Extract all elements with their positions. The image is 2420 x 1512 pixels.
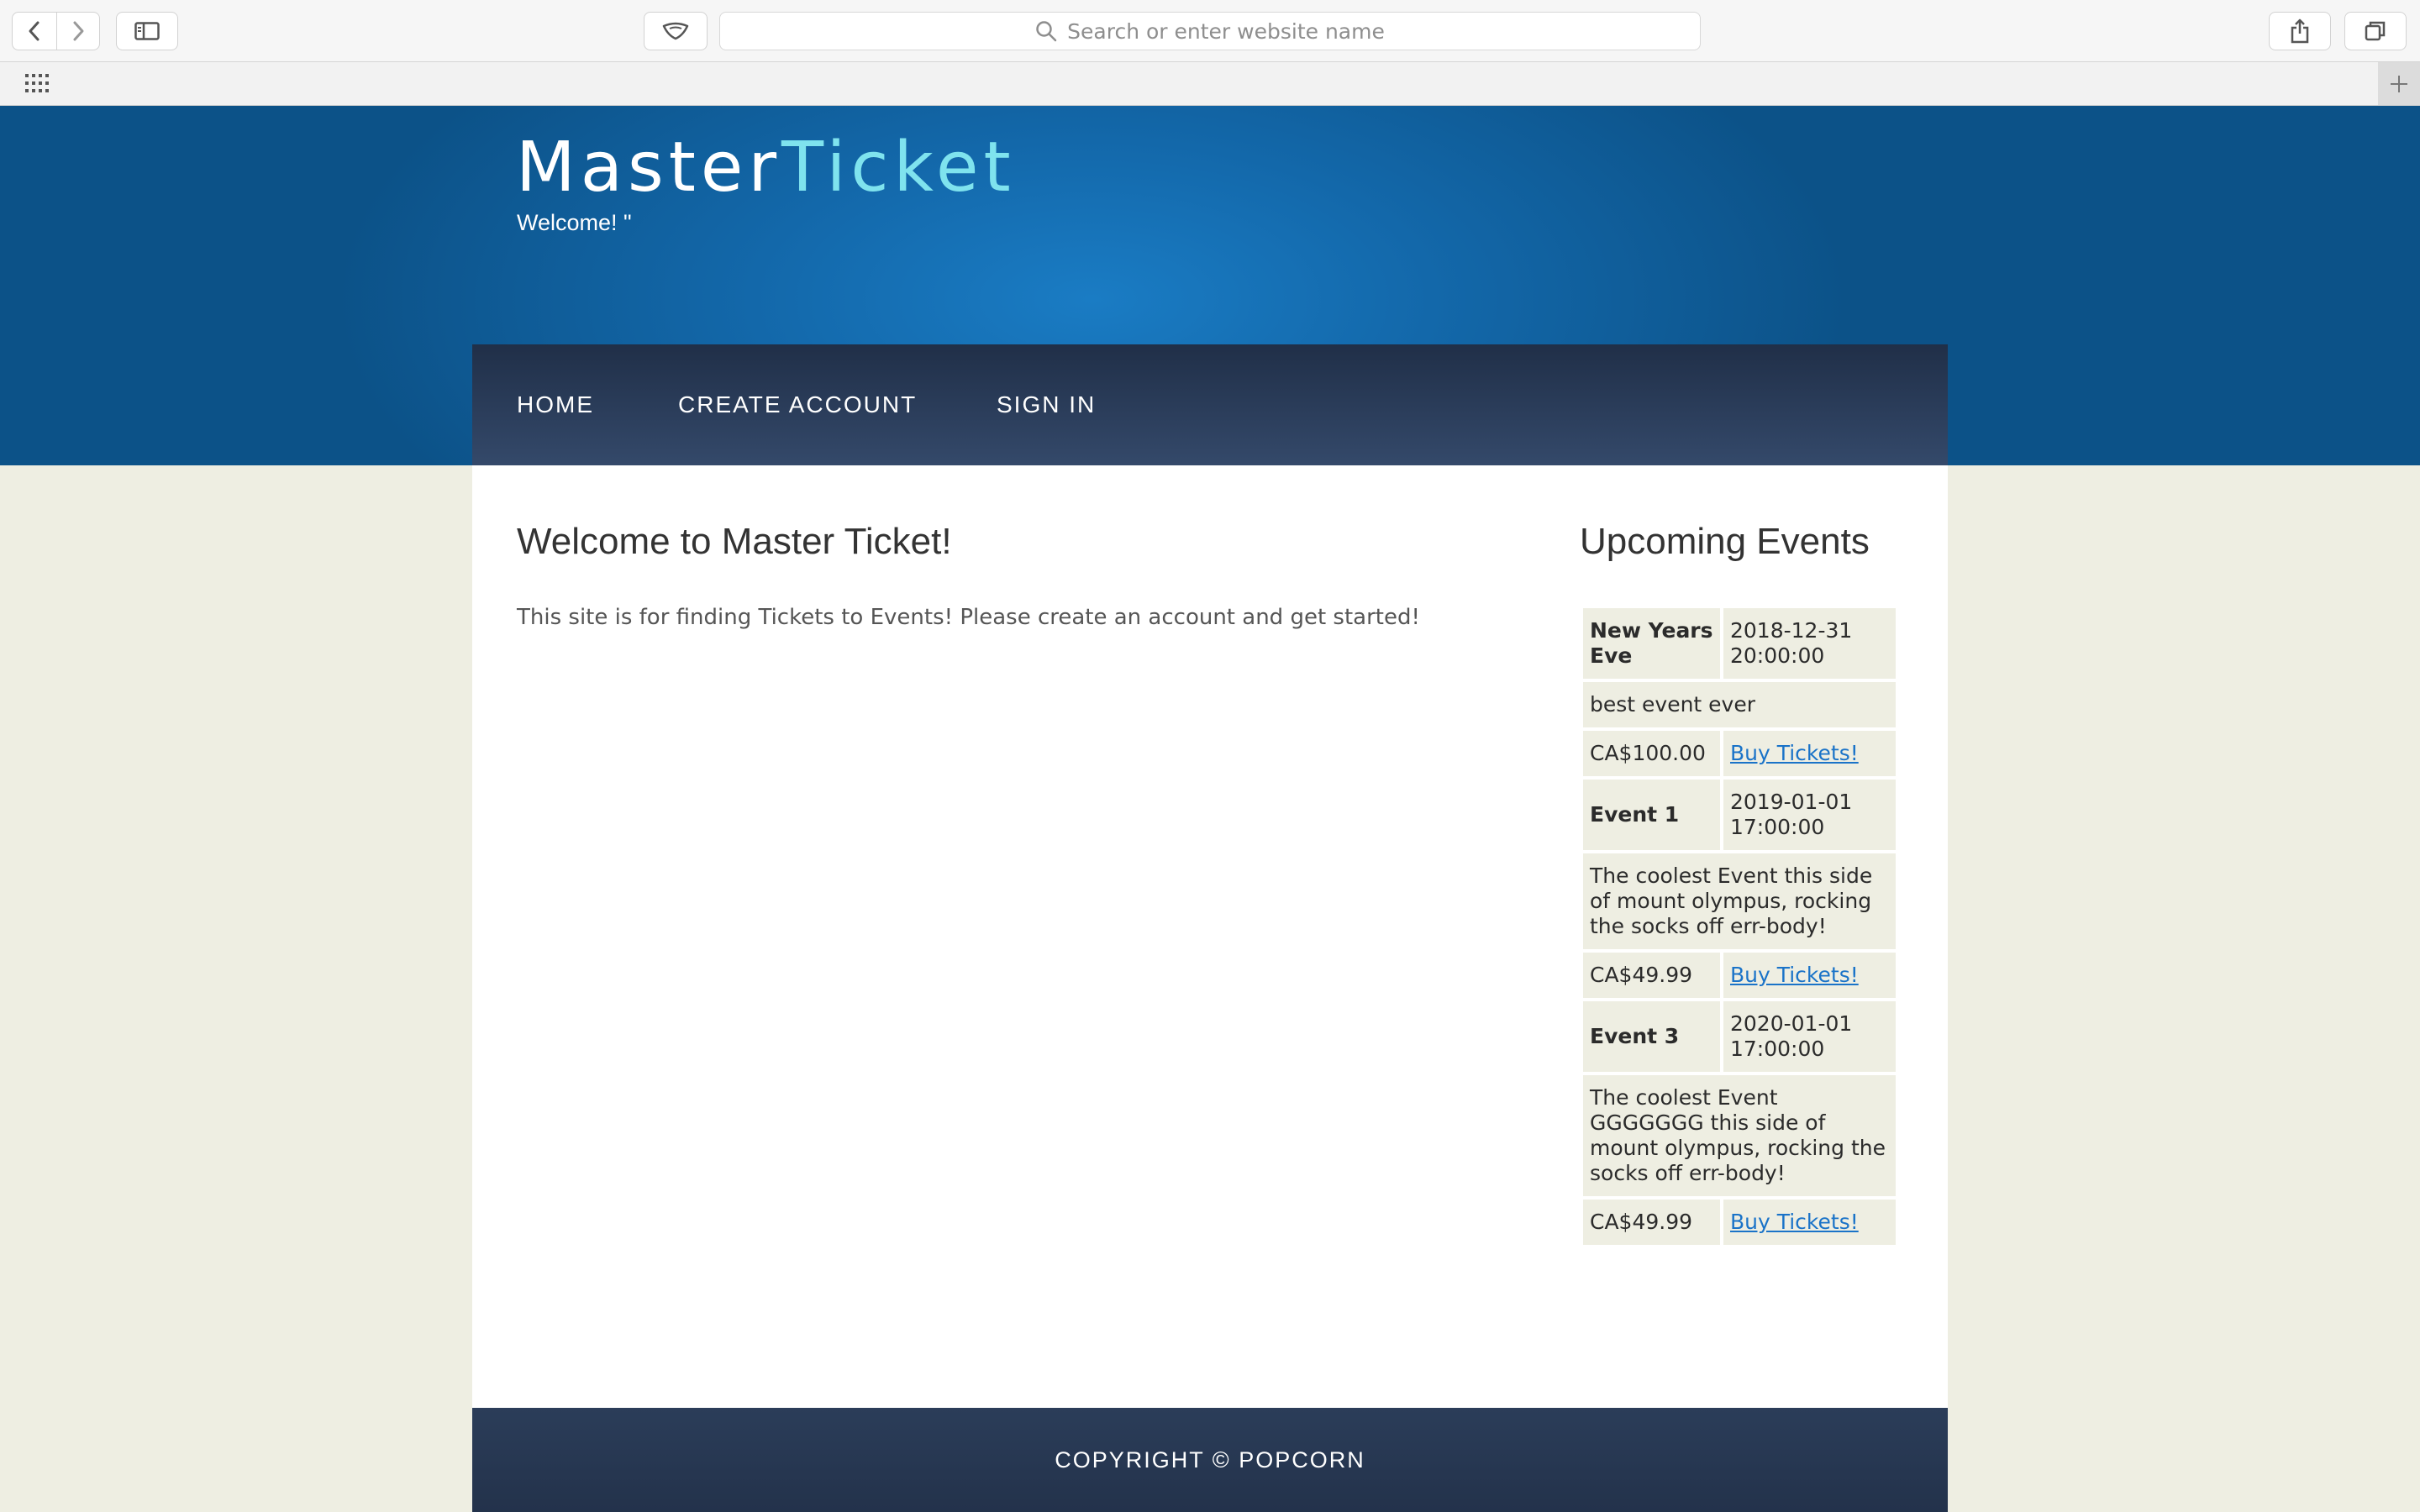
main-nav: HOME CREATE ACCOUNT SIGN IN bbox=[472, 344, 1948, 465]
nav-home[interactable]: HOME bbox=[517, 344, 594, 465]
address-bar[interactable]: Search or enter website name bbox=[719, 12, 1701, 50]
site-logo[interactable]: MasterTicket bbox=[516, 128, 1016, 207]
event-price: CA$49.99 bbox=[1583, 1200, 1720, 1245]
nav-create-account[interactable]: CREATE ACCOUNT bbox=[678, 344, 917, 465]
event-price-row: CA$49.99 Buy Tickets! bbox=[1583, 1200, 1896, 1245]
buy-tickets-link[interactable]: Buy Tickets! bbox=[1730, 741, 1859, 765]
event-date: 2020-01-01 17:00:00 bbox=[1723, 1001, 1896, 1072]
event-price-row: CA$49.99 Buy Tickets! bbox=[1583, 953, 1896, 998]
reader-button[interactable] bbox=[644, 12, 708, 50]
event-name: New Years Eve bbox=[1583, 608, 1720, 679]
page-title: Welcome to Master Ticket! bbox=[517, 521, 952, 562]
sidebar-icon bbox=[134, 22, 160, 40]
event-price: CA$100.00 bbox=[1583, 731, 1720, 776]
event-name: Event 3 bbox=[1583, 1001, 1720, 1072]
tabs-overview-button[interactable] bbox=[2344, 12, 2407, 50]
chevron-right-icon bbox=[73, 21, 84, 41]
welcome-message: Welcome! " bbox=[517, 210, 632, 235]
event-header-row: Event 3 2020-01-01 17:00:00 bbox=[1583, 1001, 1896, 1072]
event-date: 2018-12-31 20:00:00 bbox=[1723, 608, 1896, 679]
plus-icon bbox=[2391, 75, 2407, 92]
shield-icon bbox=[662, 22, 689, 40]
search-icon bbox=[1036, 21, 1057, 42]
event-buy-cell: Buy Tickets! bbox=[1723, 731, 1896, 776]
site-header: MasterTicket Welcome! " HOME CREATE ACCO… bbox=[0, 106, 2420, 465]
copyright-text: COPYRIGHT © POPCORN bbox=[1055, 1446, 1365, 1473]
event-name: Event 1 bbox=[1583, 780, 1720, 850]
logo-master: Master bbox=[516, 128, 782, 207]
event-description-row: The coolest Event GGGGGGG this side of m… bbox=[1583, 1075, 1896, 1196]
nav-sign-in[interactable]: SIGN IN bbox=[997, 344, 1096, 465]
chevron-left-icon bbox=[29, 21, 39, 41]
back-button[interactable] bbox=[12, 12, 57, 50]
buy-tickets-link[interactable]: Buy Tickets! bbox=[1730, 963, 1859, 987]
share-icon bbox=[2291, 18, 2309, 44]
event-price-row: CA$100.00 Buy Tickets! bbox=[1583, 731, 1896, 776]
new-tab-button[interactable] bbox=[2378, 62, 2420, 105]
grid-icon[interactable] bbox=[25, 74, 50, 92]
event-header-row: Event 1 2019-01-01 17:00:00 bbox=[1583, 780, 1896, 850]
logo-ticket: Ticket bbox=[781, 128, 1016, 207]
event-buy-cell: Buy Tickets! bbox=[1723, 1200, 1896, 1245]
event-header-row: New Years Eve 2018-12-31 20:00:00 bbox=[1583, 608, 1896, 679]
event-description: The coolest Event this side of mount oly… bbox=[1583, 853, 1896, 949]
content-area: Welcome to Master Ticket! This site is f… bbox=[472, 465, 1948, 1408]
event-description-row: The coolest Event this side of mount oly… bbox=[1583, 853, 1896, 949]
upcoming-events-title: Upcoming Events bbox=[1580, 521, 1870, 562]
forward-button[interactable] bbox=[56, 12, 100, 50]
event-date: 2019-01-01 17:00:00 bbox=[1723, 780, 1896, 850]
event-description: The coolest Event GGGGGGG this side of m… bbox=[1583, 1075, 1896, 1196]
event-price: CA$49.99 bbox=[1583, 953, 1720, 998]
sidebar-toggle-button[interactable] bbox=[116, 12, 178, 50]
favorites-bar bbox=[0, 62, 2420, 106]
intro-text: This site is for finding Tickets to Even… bbox=[517, 605, 1420, 630]
event-description: best event ever bbox=[1583, 682, 1896, 727]
tabs-icon bbox=[2365, 21, 2386, 41]
browser-toolbar: Search or enter website name bbox=[0, 0, 2420, 62]
share-button[interactable] bbox=[2269, 12, 2331, 50]
site-footer: COPYRIGHT © POPCORN bbox=[472, 1408, 1948, 1512]
address-placeholder: Search or enter website name bbox=[1067, 18, 1385, 44]
events-table: New Years Eve 2018-12-31 20:00:00 best e… bbox=[1580, 605, 1899, 1248]
event-buy-cell: Buy Tickets! bbox=[1723, 953, 1896, 998]
buy-tickets-link[interactable]: Buy Tickets! bbox=[1730, 1210, 1859, 1234]
event-description-row: best event ever bbox=[1583, 682, 1896, 727]
